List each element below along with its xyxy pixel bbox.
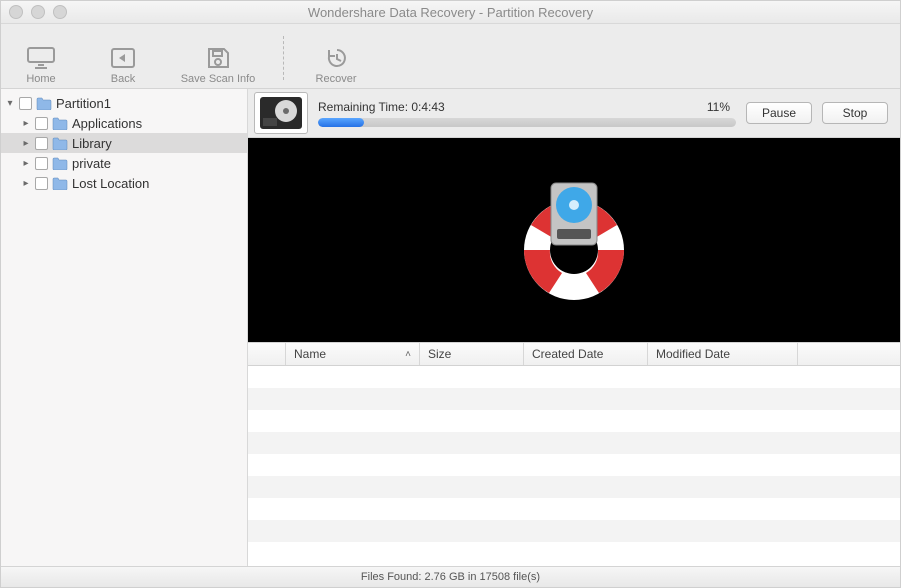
folder-icon <box>36 97 52 110</box>
sidebar-item-label: Lost Location <box>72 176 149 191</box>
column-size[interactable]: Size <box>420 343 524 365</box>
preview-banner <box>248 138 900 342</box>
folder-icon <box>52 177 68 190</box>
checkbox[interactable] <box>19 97 32 110</box>
column-modified-date[interactable]: Modified Date <box>648 343 798 365</box>
table-row <box>248 454 900 476</box>
disclosure-triangle-icon[interactable]: ▸ <box>21 138 31 149</box>
table-row <box>248 410 900 432</box>
remaining-time-label: Remaining Time: 0:4:43 <box>318 100 445 114</box>
column-modified-label: Modified Date <box>656 347 730 361</box>
main-area: Remaining Time: 0:4:43 11% Pause Stop <box>248 89 900 566</box>
window-title: Wondershare Data Recovery - Partition Re… <box>1 5 900 20</box>
status-text: Files Found: 2.76 GB in 17508 file(s) <box>361 571 540 583</box>
home-button[interactable]: Home <box>9 31 73 85</box>
sidebar-item[interactable]: ▸ Library <box>1 133 247 153</box>
column-checkbox[interactable] <box>248 343 286 365</box>
progress-actions: Pause Stop <box>746 102 888 124</box>
checkbox[interactable] <box>35 137 48 150</box>
column-created-label: Created Date <box>532 347 603 361</box>
sort-asc-icon: ˄ <box>405 349 411 360</box>
sidebar-item[interactable]: ▸ Lost Location <box>1 173 247 193</box>
sidebar-item[interactable]: ▾ Partition1 <box>1 93 247 113</box>
table-row <box>248 542 900 564</box>
sidebar-item-label: Applications <box>72 116 142 131</box>
folder-icon <box>52 157 68 170</box>
table-row <box>248 366 900 388</box>
home-label: Home <box>26 73 55 85</box>
save-scan-info-button[interactable]: Save Scan Info <box>173 31 263 85</box>
progress-bar-fill <box>318 118 364 127</box>
save-scan-info-label: Save Scan Info <box>181 73 256 85</box>
table-header: Name ˄ Size Created Date Modified Date <box>248 342 900 366</box>
progress-info: Remaining Time: 0:4:43 11% <box>318 100 736 127</box>
disclosure-triangle-icon[interactable]: ▸ <box>21 178 31 189</box>
sidebar-item-label: private <box>72 156 111 171</box>
disclosure-triangle-icon[interactable]: ▸ <box>21 158 31 169</box>
stop-button[interactable]: Stop <box>822 102 888 124</box>
restore-history-icon <box>321 45 351 71</box>
checkbox[interactable] <box>35 117 48 130</box>
body: ▾ Partition1 ▸ Applications ▸ Library ▸ private… <box>1 89 900 566</box>
table-row <box>248 432 900 454</box>
toolbar-separator <box>283 36 284 80</box>
minimize-window-icon[interactable] <box>31 5 45 19</box>
table-row <box>248 498 900 520</box>
checkbox[interactable] <box>35 177 48 190</box>
table-row <box>248 476 900 498</box>
status-bar: Files Found: 2.76 GB in 17508 file(s) <box>1 566 900 587</box>
table-body[interactable] <box>248 366 900 566</box>
column-created-date[interactable]: Created Date <box>524 343 648 365</box>
column-name[interactable]: Name ˄ <box>286 343 420 365</box>
life-ring-disk-icon <box>499 165 649 315</box>
sidebar-item[interactable]: ▸ Applications <box>1 113 247 133</box>
sidebar-item-label: Partition1 <box>56 96 111 111</box>
checkbox[interactable] <box>35 157 48 170</box>
traffic-lights <box>9 5 67 19</box>
recover-label: Recover <box>316 73 357 85</box>
close-window-icon[interactable] <box>9 5 23 19</box>
folder-icon <box>52 137 68 150</box>
drive-thumb-icon <box>254 92 308 134</box>
back-label: Back <box>111 73 135 85</box>
table-row <box>248 388 900 410</box>
pause-button[interactable]: Pause <box>746 102 812 124</box>
recover-button[interactable]: Recover <box>304 31 368 85</box>
disclosure-triangle-icon[interactable]: ▾ <box>5 98 15 109</box>
sidebar-item[interactable]: ▸ private <box>1 153 247 173</box>
table-row <box>248 520 900 542</box>
toolbar: Home Back Save Scan Info Recover <box>1 24 900 89</box>
back-button[interactable]: Back <box>91 31 155 85</box>
column-name-label: Name <box>294 347 326 361</box>
titlebar: Wondershare Data Recovery - Partition Re… <box>1 1 900 24</box>
back-arrow-icon <box>108 45 138 71</box>
progress-bar <box>318 118 736 127</box>
sidebar-item-label: Library <box>72 136 112 151</box>
sidebar[interactable]: ▾ Partition1 ▸ Applications ▸ Library ▸ private… <box>1 89 248 566</box>
zoom-window-icon[interactable] <box>53 5 67 19</box>
column-filler <box>798 343 900 365</box>
floppy-disk-icon <box>203 45 233 71</box>
progress-percent: 11% <box>707 100 736 114</box>
app-window: Wondershare Data Recovery - Partition Re… <box>0 0 901 588</box>
progress-strip: Remaining Time: 0:4:43 11% Pause Stop <box>248 89 900 138</box>
disclosure-triangle-icon[interactable]: ▸ <box>21 118 31 129</box>
column-size-label: Size <box>428 347 451 361</box>
folder-icon <box>52 117 68 130</box>
monitor-icon <box>26 45 56 71</box>
